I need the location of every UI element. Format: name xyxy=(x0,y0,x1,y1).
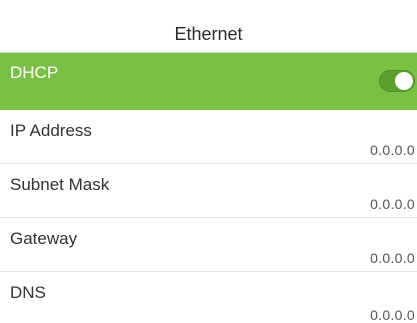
setting-row-dns[interactable]: DNS 0.0.0.0 xyxy=(0,272,417,323)
page-header: Ethernet xyxy=(0,0,417,53)
subnet-mask-label: Subnet Mask xyxy=(10,175,110,194)
page-title: Ethernet xyxy=(174,24,243,44)
setting-row-gateway[interactable]: Gateway 0.0.0.0 xyxy=(0,218,417,272)
ip-address-value: 0.0.0.0 xyxy=(370,142,415,158)
gateway-label: Gateway xyxy=(10,229,78,248)
subnet-mask-value: 0.0.0.0 xyxy=(370,196,415,212)
dns-label: DNS xyxy=(10,283,46,302)
toggle-knob xyxy=(395,72,413,90)
dhcp-label: DHCP xyxy=(10,63,59,82)
ip-address-label: IP Address xyxy=(10,121,92,140)
dhcp-toggle[interactable] xyxy=(379,70,415,92)
dns-value: 0.0.0.0 xyxy=(370,307,415,323)
dhcp-row[interactable]: DHCP xyxy=(0,53,417,110)
setting-row-ip-address[interactable]: IP Address 0.0.0.0 xyxy=(0,110,417,164)
setting-row-subnet-mask[interactable]: Subnet Mask 0.0.0.0 xyxy=(0,164,417,218)
gateway-value: 0.0.0.0 xyxy=(370,250,415,266)
